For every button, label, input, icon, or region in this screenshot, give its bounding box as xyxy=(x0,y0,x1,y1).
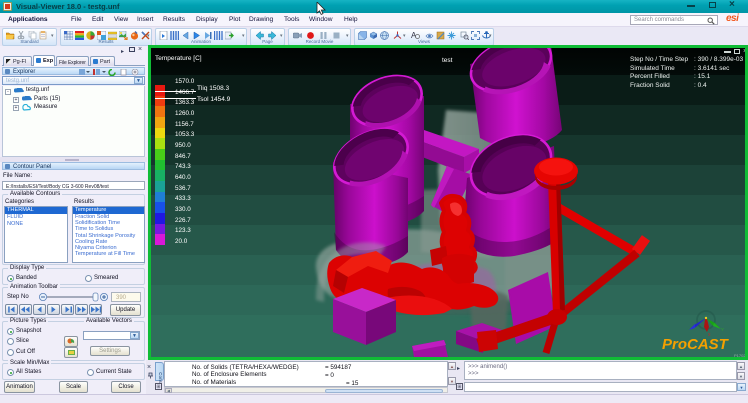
svg-text:Y: Y xyxy=(721,327,724,332)
